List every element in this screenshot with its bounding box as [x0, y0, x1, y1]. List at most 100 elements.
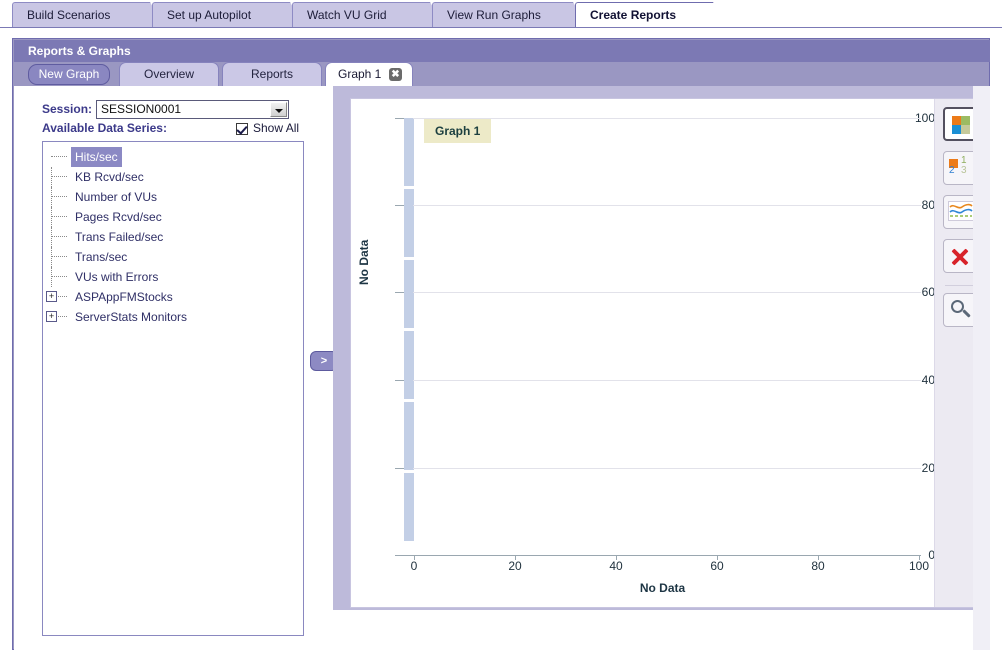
color-grid-icon: [952, 116, 970, 134]
wizard-tab-create-reports[interactable]: Create Reports: [575, 2, 727, 27]
gridline: [413, 380, 921, 381]
tab-overview[interactable]: Overview: [119, 62, 219, 86]
y-tick-mark: [395, 380, 404, 381]
x-tick-label: 0: [394, 559, 434, 573]
tree-twig-icon: [51, 156, 67, 158]
tree-twig-icon: [51, 196, 67, 198]
gridline: [413, 292, 921, 293]
list-item[interactable]: VUs with Errors: [43, 267, 303, 287]
wizard-tab-set-up-autopilot[interactable]: Set up Autopilot: [152, 2, 304, 27]
wizard-tab-build-scenarios[interactable]: Build Scenarios: [12, 2, 164, 27]
tab-reports[interactable]: Reports: [222, 62, 322, 86]
graph-style-button[interactable]: [943, 107, 977, 141]
tree-twig-icon: [51, 276, 67, 278]
data-series-tree[interactable]: Hits/sec KB Rcvd/sec Number of VUs: [42, 141, 304, 636]
list-item-label: KB Rcvd/sec: [71, 167, 148, 187]
y-tick-mark: [395, 555, 404, 556]
data-series-panel: Session: SESSION0001 Available Data Seri…: [14, 86, 332, 650]
chevron-down-icon[interactable]: [270, 102, 287, 117]
session-select[interactable]: SESSION0001: [96, 100, 289, 119]
close-icon: [944, 240, 976, 272]
list-item-label: Hits/sec: [71, 147, 122, 167]
tab-label: Reports: [251, 67, 293, 81]
y-gridline-row: 20: [351, 468, 935, 469]
y-tick-mark: [395, 292, 404, 293]
wizard-tab-label: Set up Autopilot: [167, 8, 251, 22]
y-tick-mark: [395, 205, 404, 206]
panel-title: Reports & Graphs: [14, 40, 990, 62]
line-graph-button[interactable]: [943, 195, 977, 229]
y-axis-band-segment: [404, 331, 414, 399]
wizard-tab-label: Build Scenarios: [27, 8, 110, 22]
chart-card: No Data 100: [350, 98, 984, 608]
search-icon: [951, 300, 971, 320]
zoom-button[interactable]: [943, 293, 977, 327]
graph-title-badge: Graph 1: [424, 119, 491, 143]
y-gridline-row: 60: [351, 292, 935, 293]
session-value: SESSION0001: [101, 102, 181, 116]
application-root: Build Scenarios Set up Autopilot Watch V…: [0, 0, 1002, 655]
list-item[interactable]: Trans/sec: [43, 247, 303, 267]
tree-twig-icon: [51, 236, 67, 238]
expand-icon[interactable]: +: [46, 311, 57, 322]
tree-list: Hits/sec KB Rcvd/sec Number of VUs: [43, 147, 303, 327]
list-item[interactable]: Number of VUs: [43, 187, 303, 207]
list-item[interactable]: + ServerStats Monitors: [43, 307, 303, 327]
transfer-strip: >: [310, 86, 332, 650]
gridline: [413, 468, 921, 469]
x-tick-label: 80: [798, 559, 838, 573]
session-label: Session:: [42, 102, 92, 116]
legend-button[interactable]: 123: [943, 151, 977, 185]
list-item[interactable]: Hits/sec: [43, 147, 303, 167]
tab-graph-1[interactable]: Graph 1 ✖: [325, 62, 413, 86]
y-axis-band-segment: [404, 118, 414, 186]
list-item-label: VUs with Errors: [71, 267, 162, 287]
y-axis-label: No Data: [357, 240, 371, 285]
list-item-label: ASPAppFMStocks: [71, 287, 177, 307]
close-icon[interactable]: ✖: [389, 68, 402, 81]
available-data-series-label: Available Data Series:: [42, 121, 167, 135]
x-tick-label: 100: [899, 559, 939, 573]
new-graph-button[interactable]: New Graph: [28, 64, 110, 85]
list-item[interactable]: KB Rcvd/sec: [43, 167, 303, 187]
toolbar-divider: [945, 285, 975, 286]
tab-label: Overview: [144, 67, 194, 81]
tree-twig-icon: [51, 216, 67, 218]
y-gridline-row: 80: [351, 205, 935, 206]
tab-label: Graph 1: [338, 63, 381, 86]
tree-twig-icon: [58, 296, 67, 298]
wizard-tab-label: View Run Graphs: [447, 8, 541, 22]
list-item[interactable]: Pages Rcvd/sec: [43, 207, 303, 227]
list-item-label: Pages Rcvd/sec: [71, 207, 166, 227]
chart-region: No Data 100: [333, 86, 990, 610]
y-axis-band-segment: [404, 402, 414, 470]
gridline: [413, 205, 921, 206]
x-tick-label: 20: [495, 559, 535, 573]
y-tick-mark: [395, 118, 404, 119]
reports-and-graphs-panel: Reports & Graphs New Graph Overview Repo…: [12, 38, 990, 650]
y-axis-band-segment: [404, 260, 414, 328]
show-all-checkbox[interactable]: [236, 123, 248, 135]
list-item-label: Trans Failed/sec: [71, 227, 167, 247]
vertical-scrollbar[interactable]: [973, 86, 990, 650]
list-item[interactable]: + ASPAppFMStocks: [43, 287, 303, 307]
delete-graph-button[interactable]: [943, 239, 977, 273]
wizard-tab-label: Create Reports: [590, 8, 676, 22]
list-item-label: Trans/sec: [71, 247, 131, 267]
list-item[interactable]: Trans Failed/sec: [43, 227, 303, 247]
y-tick-mark: [395, 468, 404, 469]
x-axis-label: No Data: [404, 581, 921, 595]
wizard-tab-view-run-graphs[interactable]: View Run Graphs: [432, 2, 587, 27]
y-axis-band-segment: [404, 189, 414, 257]
show-all-label: Show All: [253, 121, 299, 135]
x-tick-label: 60: [697, 559, 737, 573]
wizard-tab-watch-vu-grid[interactable]: Watch VU Grid: [292, 2, 444, 27]
expand-icon[interactable]: +: [46, 291, 57, 302]
line-chart-svg: [949, 202, 973, 220]
line-chart-icon: [948, 201, 974, 221]
chart-plot: No Data 100: [351, 99, 935, 608]
x-tick-label: 40: [596, 559, 636, 573]
tree-twig-icon: [51, 176, 67, 178]
wizard-tab-label: Watch VU Grid: [307, 8, 387, 22]
legend-icon: 123: [949, 158, 973, 178]
